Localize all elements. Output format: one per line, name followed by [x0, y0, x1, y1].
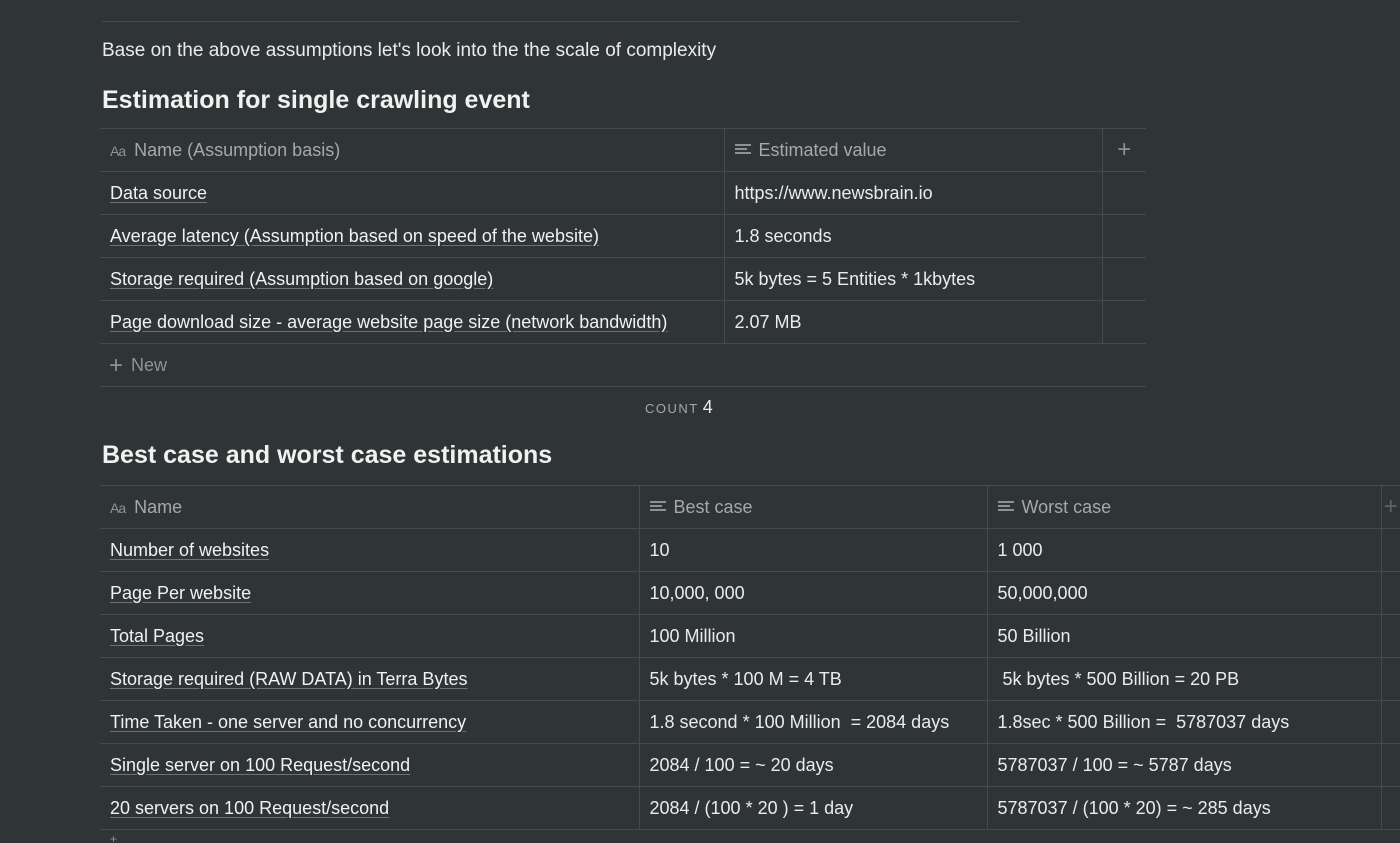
row-name-cell[interactable]: Number of websites — [100, 528, 640, 572]
table-row[interactable]: Single server on 100 Request/second 2084… — [100, 743, 1400, 787]
empty-cell — [1102, 300, 1146, 344]
row-name-cell[interactable]: Storage required (Assumption based on go… — [100, 257, 725, 301]
add-column-button[interactable]: + — [1381, 485, 1400, 529]
empty-cell — [1381, 700, 1400, 744]
row-count[interactable]: COUNT 4 — [645, 397, 713, 418]
table-row[interactable]: Storage required (RAW DATA) in Terra Byt… — [100, 657, 1400, 701]
divider — [102, 21, 1020, 22]
section1-heading: Estimation for single crawling event — [102, 86, 530, 114]
row-value-cell[interactable]: 5k bytes = 5 Entities * 1kbytes — [724, 257, 1103, 301]
row-value-cell[interactable]: https://www.newsbrain.io — [724, 171, 1103, 215]
table-row[interactable]: Page download size - average website pag… — [100, 300, 1146, 344]
column-header-name[interactable]: Aa Name — [100, 485, 640, 529]
add-row-label: New — [131, 355, 168, 375]
assumptions-table: Aa Name (Assumption basis) Estimated valu… — [100, 128, 1146, 344]
worst-case-cell[interactable]: 50,000,000 — [987, 571, 1382, 615]
row-name-cell[interactable]: Data source — [100, 171, 725, 215]
table-row[interactable]: Total Pages 100 Million 50 Billion — [100, 614, 1400, 658]
row-name-cell[interactable]: Total Pages — [100, 614, 640, 658]
count-label: COUNT — [645, 401, 699, 416]
table-row[interactable]: Data source https://www.newsbrain.io — [100, 171, 1146, 215]
column-header-name[interactable]: Aa Name (Assumption basis) — [100, 128, 725, 172]
section2-heading: Best case and worst case estimations — [102, 441, 553, 469]
row-name-cell[interactable]: Page download size - average website pag… — [100, 300, 725, 344]
table-header-row: Aa Name (Assumption basis) Estimated valu… — [100, 128, 1146, 172]
text-lines-icon — [734, 143, 751, 156]
row-name-cell[interactable]: Single server on 100 Request/second — [100, 743, 640, 787]
table-row[interactable]: Time Taken - one server and no concurren… — [100, 700, 1400, 744]
table-row[interactable]: Number of websites 10 1 000 — [100, 528, 1400, 572]
count-value: 4 — [702, 397, 713, 417]
aa-icon: Aa — [110, 142, 126, 159]
table-row[interactable]: Storage required (Assumption based on go… — [100, 257, 1146, 301]
best-case-cell[interactable]: 1.8 second * 100 Million = 2084 days — [639, 700, 988, 744]
worst-case-cell[interactable]: 5k bytes * 500 Billion = 20 PB — [987, 657, 1382, 701]
column-header-worst-case[interactable]: Worst case — [987, 485, 1382, 529]
best-case-cell[interactable]: 2084 / (100 * 20 ) = 1 day — [639, 786, 988, 830]
worst-case-cell[interactable]: 5787037 / (100 * 20) = ~ 285 days — [987, 786, 1382, 830]
row-name-cell[interactable]: Storage required (RAW DATA) in Terra Byt… — [100, 657, 640, 701]
worst-case-cell[interactable]: 1 000 — [987, 528, 1382, 572]
column-header-estimated-value[interactable]: Estimated value — [724, 128, 1103, 172]
add-row-button[interactable]: + — [110, 832, 120, 843]
best-case-cell[interactable]: 2084 / 100 = ~ 20 days — [639, 743, 988, 787]
row-name-cell[interactable]: Page Per website — [100, 571, 640, 615]
empty-cell — [1102, 257, 1146, 301]
row-value-cell[interactable]: 2.07 MB — [724, 300, 1103, 344]
worst-case-cell[interactable]: 50 Billion — [987, 614, 1382, 658]
best-case-cell[interactable]: 5k bytes * 100 M = 4 TB — [639, 657, 988, 701]
plus-icon: + — [109, 351, 124, 379]
empty-cell — [1381, 657, 1400, 701]
table-header-row: Aa Name Best case Worst case + — [100, 485, 1400, 529]
best-case-cell[interactable]: 10 — [639, 528, 988, 572]
page: Base on the above assumptions let's look… — [0, 0, 1400, 843]
plus-icon: + — [1117, 136, 1132, 163]
text-lines-icon — [649, 500, 666, 513]
estimations-table: Aa Name Best case Worst case + Number of … — [100, 485, 1400, 830]
row-name-cell[interactable]: Time Taken - one server and no concurren… — [100, 700, 640, 744]
empty-cell — [1102, 214, 1146, 258]
add-column-button[interactable]: + — [1102, 128, 1146, 172]
empty-cell — [1381, 528, 1400, 572]
empty-cell — [1102, 171, 1146, 215]
add-row-button[interactable]: + New — [100, 345, 1146, 387]
aa-icon: Aa — [110, 499, 126, 516]
worst-case-cell[interactable]: 1.8sec * 500 Billion = 5787037 days — [987, 700, 1382, 744]
row-name-cell[interactable]: 20 servers on 100 Request/second — [100, 786, 640, 830]
column-header-best-case[interactable]: Best case — [639, 485, 988, 529]
row-name-cell[interactable]: Average latency (Assumption based on spe… — [100, 214, 725, 258]
empty-cell — [1381, 743, 1400, 787]
empty-cell — [1381, 614, 1400, 658]
text-lines-icon — [997, 500, 1014, 513]
worst-case-cell[interactable]: 5787037 / 100 = ~ 5787 days — [987, 743, 1382, 787]
best-case-cell[interactable]: 100 Million — [639, 614, 988, 658]
table-row[interactable]: 20 servers on 100 Request/second 2084 / … — [100, 786, 1400, 830]
intro-paragraph: Base on the above assumptions let's look… — [102, 40, 717, 61]
empty-cell — [1381, 571, 1400, 615]
plus-icon: + — [110, 832, 118, 843]
empty-cell — [1381, 786, 1400, 830]
plus-icon: + — [1383, 493, 1398, 520]
table-row[interactable]: Page Per website 10,000, 000 50,000,000 — [100, 571, 1400, 615]
row-value-cell[interactable]: 1.8 seconds — [724, 214, 1103, 258]
table-row[interactable]: Average latency (Assumption based on spe… — [100, 214, 1146, 258]
best-case-cell[interactable]: 10,000, 000 — [639, 571, 988, 615]
